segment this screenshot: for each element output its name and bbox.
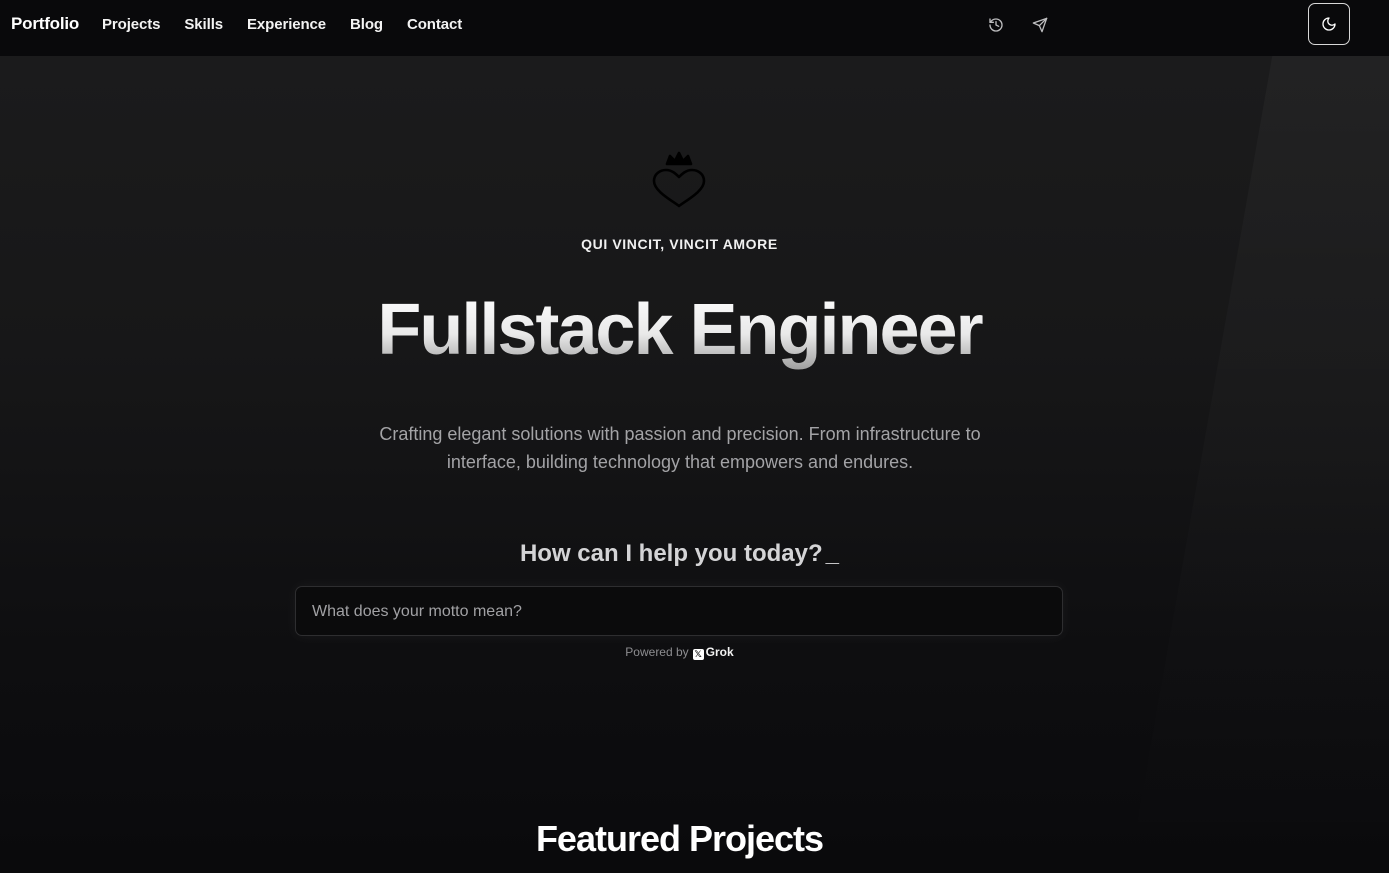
motto-text: QUI VINCIT, VINCIT AMORE <box>581 236 778 252</box>
theme-toggle-button[interactable] <box>1308 3 1350 45</box>
featured-projects-heading: Featured Projects <box>535 818 824 859</box>
chat-input[interactable] <box>312 599 952 625</box>
top-navbar: Portfolio Projects Skills Experience Blo… <box>0 0 1389 56</box>
powered-by-label: Powered by <box>625 645 689 659</box>
nav-link-contact[interactable]: Contact <box>407 16 462 33</box>
history-icon <box>989 18 1003 32</box>
moon-icon <box>1322 17 1336 31</box>
crowned-heart-icon <box>652 151 706 208</box>
typing-cursor: _ <box>825 540 840 567</box>
nav-link-skills[interactable]: Skills <box>184 16 223 33</box>
send-icon <box>1032 17 1048 33</box>
powered-by-line: Powered by 𝕏 Grok <box>0 645 1359 660</box>
nav-link-blog[interactable]: Blog <box>350 16 383 33</box>
send-button[interactable] <box>1027 12 1053 38</box>
provider-name: Grok <box>705 645 734 659</box>
x-logo-icon: 𝕏 <box>692 649 704 660</box>
page: Portfolio Projects Skills Experience Blo… <box>0 0 1389 873</box>
help-prompt-heading: How can I help you today? _ <box>0 540 1359 568</box>
hero-headline: Fullstack Engineer <box>0 290 1359 370</box>
nav-links: Projects Skills Experience Blog Contact <box>102 16 486 33</box>
background-light-beam <box>1127 56 1389 873</box>
help-prompt-text: How can I help you today? <box>519 540 823 567</box>
nav-link-projects[interactable]: Projects <box>102 16 161 33</box>
nav-link-experience[interactable]: Experience <box>247 16 326 33</box>
chat-input-box <box>295 586 1063 636</box>
brand-link[interactable]: Portfolio <box>11 14 79 34</box>
hero-description: Crafting elegant solutions with passion … <box>379 424 981 472</box>
history-button[interactable] <box>983 12 1009 38</box>
